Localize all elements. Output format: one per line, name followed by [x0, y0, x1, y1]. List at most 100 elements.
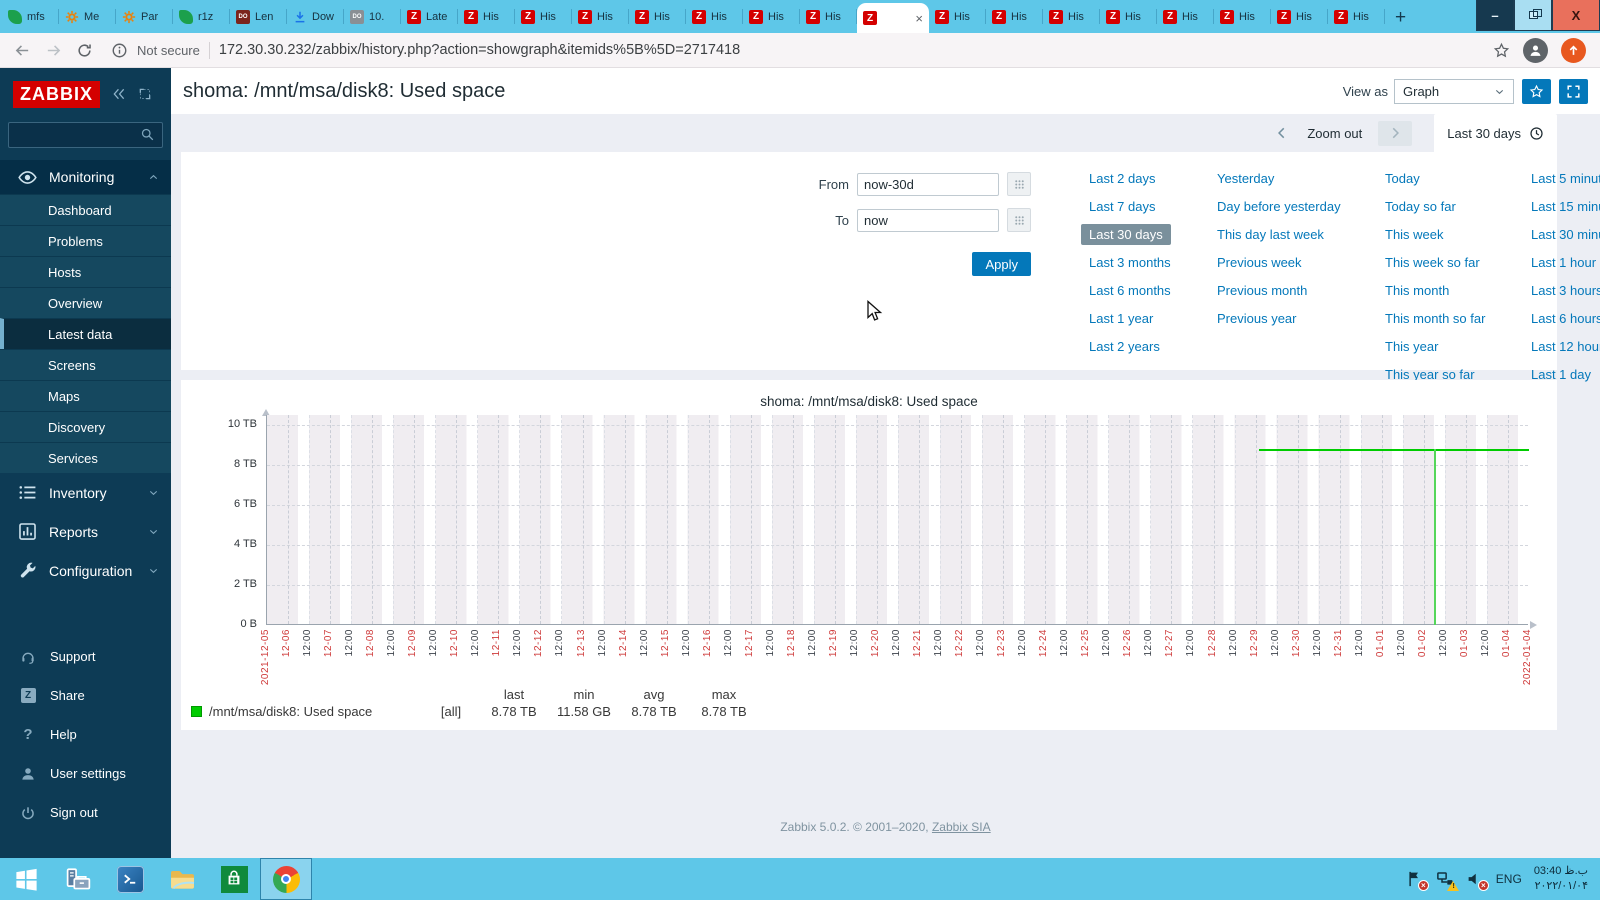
kiosk-mode-button[interactable]: [1559, 78, 1588, 104]
quick-range-last-3-months[interactable]: Last 3 months: [1089, 255, 1171, 270]
time-forward-icon[interactable]: [1378, 120, 1413, 146]
quick-range-this-week[interactable]: This week: [1385, 227, 1444, 242]
graph-plot-area[interactable]: [266, 415, 1529, 625]
new-tab-button[interactable]: +: [1385, 0, 1406, 33]
sidebar-section-reports[interactable]: Reports: [0, 512, 171, 551]
quick-range-previous-year[interactable]: Previous year: [1217, 311, 1296, 326]
browser-tab[interactable]: mfs: [2, 0, 59, 33]
browser-tab[interactable]: DO 10.: [344, 0, 401, 33]
taskbar-file-explorer-icon[interactable]: [156, 858, 208, 900]
url-text[interactable]: 172.30.30.232/zabbix/history.php?action=…: [219, 42, 740, 58]
favorite-button[interactable]: [1522, 78, 1551, 104]
from-input[interactable]: [857, 172, 999, 196]
zabbix-sia-link[interactable]: Zabbix SIA: [932, 820, 991, 834]
sidebar-item-dashboard[interactable]: Dashboard: [0, 194, 171, 225]
language-indicator[interactable]: ENG: [1496, 872, 1522, 886]
browser-tab-active[interactable]: Z ×: [857, 3, 929, 33]
quick-range-last-12-hours[interactable]: Last 12 hours: [1531, 339, 1600, 354]
window-minimize-button[interactable]: –: [1476, 0, 1514, 31]
quick-range-this-week-so-far[interactable]: This week so far: [1385, 255, 1480, 270]
browser-tab[interactable]: Z His: [629, 0, 686, 33]
zabbix-logo[interactable]: ZABBIX: [13, 80, 100, 108]
browser-tab[interactable]: Z His: [515, 0, 572, 33]
profile-avatar[interactable]: [1523, 37, 1548, 63]
quick-range-last-7-days[interactable]: Last 7 days: [1089, 199, 1156, 214]
quick-range-last-30-minutes[interactable]: Last 30 minutes: [1531, 227, 1600, 242]
hide-sidebar-icon[interactable]: [138, 87, 152, 101]
browser-tab[interactable]: Z His: [458, 0, 515, 33]
taskbar-powershell-icon[interactable]: [104, 858, 156, 900]
quick-range-yesterday[interactable]: Yesterday: [1217, 171, 1274, 186]
quick-range-this-month-so-far[interactable]: This month so far: [1385, 311, 1485, 326]
sidebar-item-user-settings[interactable]: User settings: [0, 754, 171, 793]
sidebar-section-inventory[interactable]: Inventory: [0, 473, 171, 512]
quick-range-today-so-far[interactable]: Today so far: [1385, 199, 1456, 214]
quick-range-last-1-year[interactable]: Last 1 year: [1089, 311, 1153, 326]
back-button[interactable]: [14, 42, 31, 59]
quick-range-day-before-yesterday[interactable]: Day before yesterday: [1217, 199, 1341, 214]
browser-tab[interactable]: Z His: [1328, 0, 1385, 33]
browser-tab[interactable]: Me: [59, 0, 116, 33]
sidebar-item-discovery[interactable]: Discovery: [0, 411, 171, 442]
browser-tab[interactable]: Z His: [1271, 0, 1328, 33]
to-input[interactable]: [857, 208, 999, 232]
to-calendar-button[interactable]: [1007, 208, 1031, 232]
taskbar-server-manager-icon[interactable]: [52, 858, 104, 900]
network-warning-icon[interactable]: !: [1436, 870, 1459, 891]
taskbar-chrome-icon[interactable]: [260, 858, 312, 900]
sidebar-item-screens[interactable]: Screens: [0, 349, 171, 380]
quick-range-this-month[interactable]: This month: [1385, 283, 1449, 298]
search-icon[interactable]: [140, 127, 155, 147]
from-calendar-button[interactable]: [1007, 172, 1031, 196]
bookmark-star-icon[interactable]: [1493, 42, 1510, 59]
view-as-select[interactable]: Graph: [1394, 78, 1514, 104]
sidebar-item-hosts[interactable]: Hosts: [0, 256, 171, 287]
sidebar-item-problems[interactable]: Problems: [0, 225, 171, 256]
url-box[interactable]: Not secure 172.30.30.232/zabbix/history.…: [107, 41, 1479, 59]
browser-tab[interactable]: r1z: [173, 0, 230, 33]
browser-tab[interactable]: Z His: [572, 0, 629, 33]
quick-range-last-6-hours[interactable]: Last 6 hours: [1531, 311, 1600, 326]
action-center-icon[interactable]: ×: [1406, 870, 1429, 891]
reload-button[interactable]: [76, 42, 93, 59]
quick-range-last-15-minutes[interactable]: Last 15 minutes: [1531, 199, 1600, 214]
time-range-tab[interactable]: Last 30 days: [1434, 114, 1557, 152]
taskbar-store-icon[interactable]: [208, 858, 260, 900]
browser-tab[interactable]: Z His: [1100, 0, 1157, 33]
sidebar-item-help[interactable]: ? Help: [0, 715, 171, 754]
sidebar-item-share[interactable]: Z Share: [0, 676, 171, 715]
time-back-icon[interactable]: [1275, 126, 1289, 140]
quick-range-last-2-years[interactable]: Last 2 years: [1089, 339, 1160, 354]
browser-tab[interactable]: Dow: [287, 0, 344, 33]
volume-muted-icon[interactable]: ×: [1466, 870, 1489, 891]
quick-range-previous-month[interactable]: Previous month: [1217, 283, 1307, 298]
quick-range-last-1-hour[interactable]: Last 1 hour: [1531, 255, 1596, 270]
quick-range-previous-week[interactable]: Previous week: [1217, 255, 1302, 270]
browser-tab[interactable]: DO Len: [230, 0, 287, 33]
quick-range-this-year[interactable]: This year: [1385, 339, 1438, 354]
quick-range-last-6-months[interactable]: Last 6 months: [1089, 283, 1171, 298]
quick-range-last-3-hours[interactable]: Last 3 hours: [1531, 283, 1600, 298]
browser-tab[interactable]: Z His: [800, 0, 857, 33]
window-restore-button[interactable]: [1514, 0, 1552, 31]
window-close-button[interactable]: X: [1552, 0, 1600, 31]
quick-range-last-30-days[interactable]: Last 30 days: [1081, 224, 1171, 245]
quick-range-this-day-last-week[interactable]: This day last week: [1217, 227, 1324, 242]
browser-update-icon[interactable]: [1561, 37, 1586, 63]
browser-tab[interactable]: Z His: [686, 0, 743, 33]
browser-tab[interactable]: Z His: [743, 0, 800, 33]
apply-button[interactable]: Apply: [972, 252, 1031, 276]
taskbar-start-button[interactable]: [0, 858, 52, 900]
sidebar-item-sign-out[interactable]: Sign out: [0, 793, 171, 832]
info-icon[interactable]: [111, 42, 128, 59]
sidebar-item-maps[interactable]: Maps: [0, 380, 171, 411]
sidebar-item-support[interactable]: Support: [0, 637, 171, 676]
quick-range-today[interactable]: Today: [1385, 171, 1420, 186]
browser-tab[interactable]: Par: [116, 0, 173, 33]
sidebar-item-overview[interactable]: Overview: [0, 287, 171, 318]
collapse-sidebar-icon[interactable]: [112, 87, 126, 101]
sidebar-section-configuration[interactable]: Configuration: [0, 551, 171, 590]
zoom-out-button[interactable]: Zoom out: [1307, 126, 1362, 141]
sidebar-item-services[interactable]: Services: [0, 442, 171, 473]
sidebar-item-latest-data[interactable]: Latest data: [0, 318, 171, 349]
